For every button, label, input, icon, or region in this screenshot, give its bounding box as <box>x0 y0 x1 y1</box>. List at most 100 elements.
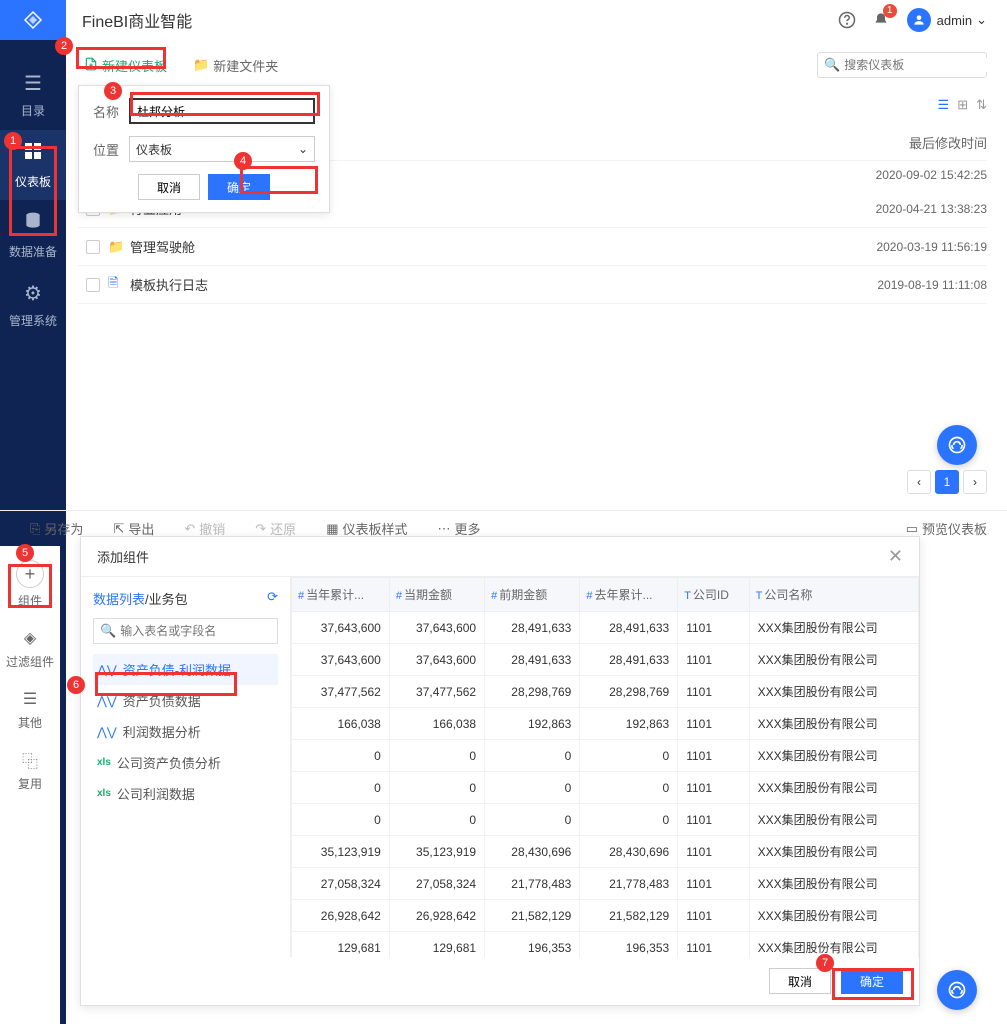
column-header[interactable]: #前期金额 <box>485 578 580 612</box>
column-header[interactable]: #去年累计... <box>580 578 678 612</box>
gear-icon: ⚙ <box>24 281 42 306</box>
table-cell: 192,863 <box>485 708 580 740</box>
table-cell: XXX集团股份有限公司 <box>749 708 918 740</box>
table-row[interactable]: 37,643,60037,643,60028,491,63328,491,633… <box>292 644 919 676</box>
notification-badge: 1 <box>883 4 897 18</box>
column-header[interactable]: T公司名称 <box>749 578 918 612</box>
other-button[interactable]: ☰ 其他 <box>5 688 55 731</box>
column-header[interactable]: #当期金额 <box>389 578 484 612</box>
table-row[interactable]: 37,477,56237,477,56228,298,76928,298,769… <box>292 676 919 708</box>
file-time: 2019-08-19 11:11:08 <box>877 278 987 292</box>
page-prev[interactable]: ‹ <box>907 470 931 494</box>
support-fab[interactable] <box>937 425 977 465</box>
biz-package-link[interactable]: 业务包 <box>149 592 188 607</box>
search-input[interactable] <box>844 58 999 72</box>
file-row[interactable]: 🗎模板执行日志2019-08-19 11:11:08 <box>78 266 987 304</box>
notification-icon[interactable]: 1 <box>867 6 895 34</box>
datasource-item[interactable]: ⋀⋁资产负债-利润数据 <box>93 654 278 685</box>
table-cell: XXX集团股份有限公司 <box>749 612 918 644</box>
table-cell: 27,058,324 <box>389 868 484 900</box>
table-cell: XXX集团股份有限公司 <box>749 772 918 804</box>
table-cell: 37,643,600 <box>389 612 484 644</box>
file-time: 2020-04-21 13:38:23 <box>876 202 987 216</box>
table-cell: 21,778,483 <box>485 868 580 900</box>
modal-cancel-button[interactable]: 取消 <box>769 968 831 994</box>
datasource-label: 资产负债-利润数据 <box>123 660 231 679</box>
type-icon: T <box>684 590 691 602</box>
table-cell: 1101 <box>678 676 749 708</box>
database-icon <box>23 211 43 237</box>
table-row[interactable]: 00001101XXX集团股份有限公司 <box>292 804 919 836</box>
file-row[interactable]: 📁管理驾驶舱2020-03-19 11:56:19 <box>78 228 987 266</box>
preview-icon: ▭ <box>906 521 918 537</box>
cancel-button[interactable]: 取消 <box>138 174 200 200</box>
data-list-link[interactable]: 数据列表 <box>93 592 145 607</box>
user-menu[interactable]: admin ⌄ <box>907 8 987 32</box>
username: admin <box>937 13 972 28</box>
table-row[interactable]: 27,058,32427,058,32421,778,48321,778,483… <box>292 868 919 900</box>
dashboard-name-input[interactable] <box>129 98 315 124</box>
datasource-item[interactable]: xls公司利润数据 <box>93 778 278 809</box>
sort-icon[interactable]: ⇅ <box>976 97 987 113</box>
table-row[interactable]: 00001101XXX集团股份有限公司 <box>292 740 919 772</box>
chart-icon: ⋀⋁ <box>97 694 117 708</box>
new-dashboard-button[interactable]: 新建仪表板 <box>78 52 173 79</box>
new-folder-button[interactable]: 📁 新建文件夹 <box>187 52 284 79</box>
table-row[interactable]: 166,038166,038192,863192,8631101XXX集团股份有… <box>292 708 919 740</box>
table-search-box[interactable]: 🔍 <box>93 618 278 644</box>
table-cell: 21,582,129 <box>580 900 678 932</box>
datasource-item[interactable]: ⋀⋁利润数据分析 <box>93 716 278 747</box>
xls-icon: xls <box>97 757 111 768</box>
grid-view-icon[interactable]: ⊞ <box>957 97 968 113</box>
filter-component-button[interactable]: ◈ 过滤组件 <box>5 627 55 670</box>
reuse-button[interactable]: ⿻ 复用 <box>5 749 55 792</box>
close-icon[interactable]: ✕ <box>888 546 903 567</box>
checkbox[interactable] <box>86 240 100 254</box>
table-cell: 166,038 <box>292 708 390 740</box>
table-cell: 1101 <box>678 612 749 644</box>
checkbox[interactable] <box>86 278 100 292</box>
table-search-input[interactable] <box>120 624 275 638</box>
chevron-down-icon: ⌄ <box>298 142 308 156</box>
table-row[interactable]: 37,643,60037,643,60028,491,63328,491,633… <box>292 612 919 644</box>
table-cell: XXX集团股份有限公司 <box>749 804 918 836</box>
modal-title: 添加组件 <box>97 547 149 566</box>
sidebar-item-admin[interactable]: ⚙ 管理系统 <box>0 270 66 340</box>
save-icon: ⎘ <box>30 521 40 537</box>
refresh-icon[interactable]: ⟳ <box>267 589 278 605</box>
table-cell: 0 <box>292 772 390 804</box>
help-icon[interactable] <box>833 6 861 34</box>
sidebar-item-catalog[interactable]: ☰ 目录 <box>0 60 66 130</box>
page-next[interactable]: › <box>963 470 987 494</box>
support-fab[interactable] <box>937 970 977 1010</box>
location-select[interactable]: 仪表板 ⌄ <box>129 136 315 162</box>
table-cell: 1101 <box>678 740 749 772</box>
table-row[interactable]: 00001101XXX集团股份有限公司 <box>292 772 919 804</box>
page-current[interactable]: 1 <box>935 470 959 494</box>
table-cell: 28,491,633 <box>485 644 580 676</box>
add-component-button[interactable]: + 组件 <box>5 560 55 609</box>
sidebar-item-data[interactable]: 数据准备 <box>0 200 66 270</box>
file-time: 2020-09-02 15:42:25 <box>876 168 987 182</box>
table-cell: 1101 <box>678 868 749 900</box>
new-file-icon <box>84 57 98 74</box>
saveas-button[interactable]: ⎘另存为 <box>30 519 83 538</box>
search-box[interactable]: 🔍 <box>817 52 987 78</box>
table-cell: 196,353 <box>580 932 678 958</box>
datasource-item[interactable]: xls公司资产负债分析 <box>93 747 278 778</box>
table-row[interactable]: 35,123,91935,123,91928,430,69628,430,696… <box>292 836 919 868</box>
datasource-item[interactable]: ⋀⋁资产负债数据 <box>93 685 278 716</box>
modal-ok-button[interactable]: 确定 <box>841 968 903 994</box>
table-row[interactable]: 26,928,64226,928,64221,582,12921,582,129… <box>292 900 919 932</box>
table-cell: 26,928,642 <box>292 900 390 932</box>
ok-button[interactable]: 确定 <box>208 174 270 200</box>
app-logo[interactable] <box>0 0 66 40</box>
column-header[interactable]: T公司ID <box>678 578 749 612</box>
list-view-icon[interactable]: ☰ <box>938 97 950 113</box>
column-time: 最后修改时间 <box>837 133 987 152</box>
search-icon: 🔍 <box>100 623 116 639</box>
text-icon: ☰ <box>19 688 41 710</box>
app-title: FineBI商业智能 <box>82 8 192 32</box>
datasource-label: 利润数据分析 <box>123 722 201 741</box>
column-header[interactable]: #当年累计... <box>292 578 390 612</box>
